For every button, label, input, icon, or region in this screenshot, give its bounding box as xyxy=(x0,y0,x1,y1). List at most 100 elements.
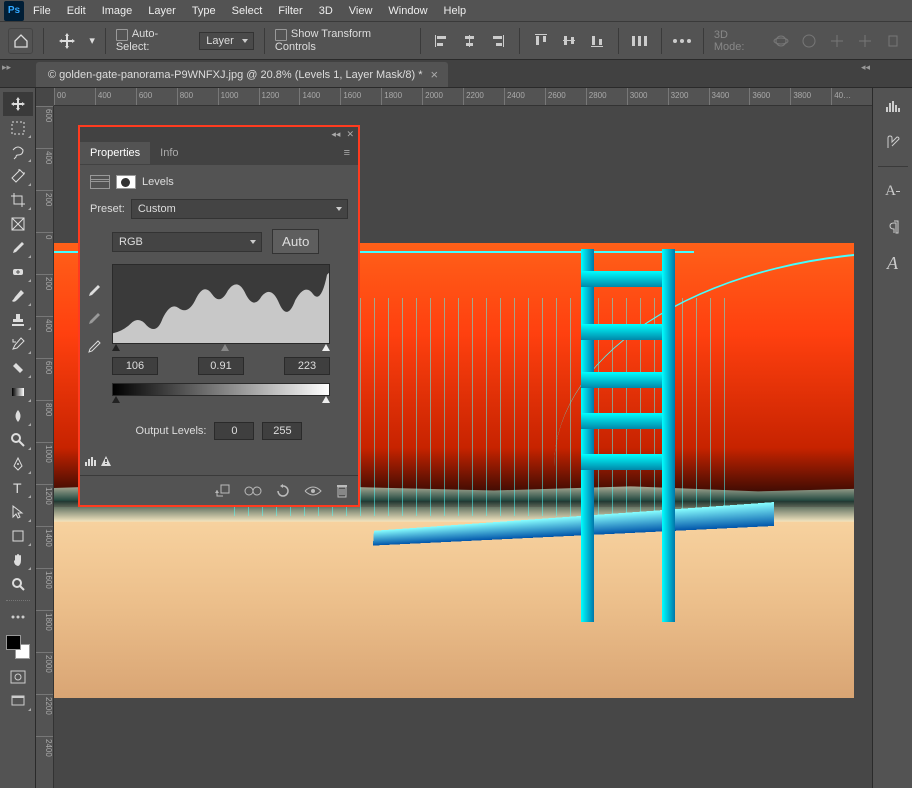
menu-image[interactable]: Image xyxy=(95,2,140,20)
align-vcenter-icon[interactable] xyxy=(558,30,580,52)
eraser-tool[interactable] xyxy=(3,356,33,380)
menu-edit[interactable]: Edit xyxy=(60,2,93,20)
options-bar: ▾ Auto-Select: Layer Show Transform Cont… xyxy=(0,22,912,60)
pen-tool[interactable] xyxy=(3,452,33,476)
app-logo: Ps xyxy=(4,1,24,21)
output-gradient[interactable] xyxy=(112,383,330,396)
input-black-field[interactable] xyxy=(112,357,158,375)
auto-select-checkbox[interactable]: Auto-Select: xyxy=(116,28,189,52)
document-title: © golden-gate-panorama-P9WNFXJ.jpg @ 20.… xyxy=(48,69,423,81)
menu-help[interactable]: Help xyxy=(437,2,474,20)
input-gamma-field[interactable] xyxy=(198,357,244,375)
output-slider[interactable] xyxy=(112,396,330,406)
expand-right-icon[interactable]: ◂◂ xyxy=(861,62,870,73)
channel-dropdown[interactable]: RGB xyxy=(112,232,262,252)
align-hcenter-icon[interactable] xyxy=(459,30,481,52)
view-previous-icon[interactable] xyxy=(244,485,262,497)
show-transform-checkbox[interactable]: Show Transform Controls xyxy=(275,28,411,52)
right-panel-dock: A A xyxy=(872,88,912,788)
magic-wand-tool[interactable] xyxy=(3,164,33,188)
menu-type[interactable]: Type xyxy=(185,2,223,20)
output-black-handle[interactable] xyxy=(112,396,120,403)
output-white-handle[interactable] xyxy=(322,396,330,403)
eyedropper-white-icon[interactable] xyxy=(86,339,102,355)
panel-menu-icon[interactable]: ≡ xyxy=(336,147,358,159)
edit-toolbar-icon[interactable] xyxy=(3,605,33,629)
ruler-vertical[interactable]: 6004002000200400600800100012001400160018… xyxy=(36,106,54,788)
output-black-field[interactable] xyxy=(214,422,254,440)
input-black-handle[interactable] xyxy=(112,344,120,351)
toggle-visibility-icon[interactable] xyxy=(304,485,322,497)
zoom-3d-icon xyxy=(882,30,904,52)
home-button[interactable] xyxy=(8,28,33,54)
lasso-tool[interactable] xyxy=(3,140,33,164)
ruler-horizontal[interactable]: 0040060080010001200140016001800200022002… xyxy=(54,88,872,106)
align-top-icon[interactable] xyxy=(530,30,552,52)
delete-adjustment-icon[interactable] xyxy=(336,484,348,498)
output-white-field[interactable] xyxy=(262,422,302,440)
output-levels-label: Output Levels: xyxy=(136,425,207,437)
hand-tool[interactable] xyxy=(3,548,33,572)
histogram[interactable] xyxy=(112,264,330,344)
dodge-tool[interactable] xyxy=(3,428,33,452)
eyedropper-tool[interactable] xyxy=(3,236,33,260)
eyedropper-gray-icon[interactable] xyxy=(86,311,102,327)
input-white-field[interactable] xyxy=(284,357,330,375)
marquee-tool[interactable] xyxy=(3,116,33,140)
clip-to-layer-icon[interactable] xyxy=(214,484,230,498)
gradient-tool[interactable] xyxy=(3,380,33,404)
preset-dropdown[interactable]: Custom xyxy=(131,199,348,219)
collapse-panel-icon[interactable]: ◂◂ xyxy=(331,129,340,140)
layer-mask-icon[interactable] xyxy=(116,175,136,189)
screen-mode-icon[interactable] xyxy=(3,689,33,713)
stamp-tool[interactable] xyxy=(3,308,33,332)
close-panel-icon[interactable]: ✕ xyxy=(346,129,354,140)
menu-window[interactable]: Window xyxy=(381,2,434,20)
type-tool[interactable]: T xyxy=(3,476,33,500)
zoom-tool[interactable] xyxy=(3,572,33,596)
expand-left-icon[interactable]: ▸▸ xyxy=(2,62,11,73)
crop-tool[interactable] xyxy=(3,188,33,212)
history-brush-tool[interactable] xyxy=(3,332,33,356)
menu-view[interactable]: View xyxy=(342,2,380,20)
blur-tool[interactable] xyxy=(3,404,33,428)
menu-bar: Ps File Edit Image Layer Type Select Fil… xyxy=(0,0,912,22)
histogram-panel-icon[interactable] xyxy=(881,94,905,118)
input-gamma-handle[interactable] xyxy=(221,344,229,351)
close-tab-icon[interactable]: × xyxy=(431,67,439,82)
menu-select[interactable]: Select xyxy=(225,2,270,20)
document-tab[interactable]: © golden-gate-panorama-P9WNFXJ.jpg @ 20.… xyxy=(36,62,448,87)
glyphs-panel-icon[interactable]: A xyxy=(881,251,905,275)
more-options-icon[interactable] xyxy=(672,30,693,52)
move-tool-indicator[interactable] xyxy=(54,28,79,54)
shape-tool[interactable] xyxy=(3,524,33,548)
clip-warning-icon[interactable] xyxy=(84,455,111,467)
move-tool[interactable] xyxy=(3,92,33,116)
brush-tool[interactable] xyxy=(3,284,33,308)
auto-button[interactable]: Auto xyxy=(272,229,319,254)
align-right-icon[interactable] xyxy=(487,30,509,52)
menu-file[interactable]: File xyxy=(26,2,58,20)
paragraph-panel-icon[interactable] xyxy=(881,215,905,239)
path-select-tool[interactable] xyxy=(3,500,33,524)
tab-info[interactable]: Info xyxy=(150,142,188,164)
distribute-icon[interactable] xyxy=(629,30,650,52)
menu-layer[interactable]: Layer xyxy=(141,2,183,20)
input-slider[interactable] xyxy=(112,344,330,354)
character-panel-icon[interactable]: A xyxy=(881,179,905,203)
auto-select-target-dropdown[interactable]: Layer xyxy=(199,32,254,50)
swatches-panel-icon[interactable] xyxy=(881,130,905,154)
quick-mask-icon[interactable] xyxy=(3,665,33,689)
color-swatches[interactable] xyxy=(6,635,30,659)
frame-tool[interactable] xyxy=(3,212,33,236)
eyedropper-black-icon[interactable] xyxy=(86,283,102,299)
menu-3d[interactable]: 3D xyxy=(312,2,340,20)
reset-icon[interactable] xyxy=(276,484,290,498)
tab-properties[interactable]: Properties xyxy=(80,142,150,164)
healing-tool[interactable] xyxy=(3,260,33,284)
input-white-handle[interactable] xyxy=(322,344,330,351)
adjustment-name: Levels xyxy=(142,176,174,188)
align-bottom-icon[interactable] xyxy=(586,30,608,52)
menu-filter[interactable]: Filter xyxy=(271,2,309,20)
align-left-icon[interactable] xyxy=(431,30,453,52)
